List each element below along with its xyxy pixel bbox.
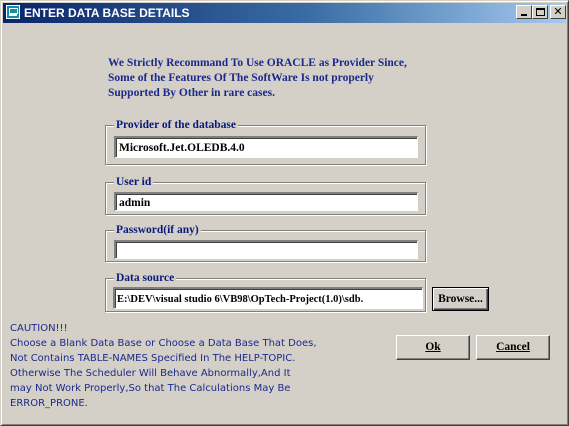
password-label: Password(if any) [114,223,201,237]
minimize-button[interactable] [516,5,532,19]
cancel-button-label: Cancel [496,341,530,353]
minimize-icon [521,14,527,16]
caution-line: Not Contains TABLE-NAMES Specified In Th… [10,353,296,364]
provider-input[interactable]: Microsoft.Jet.OLEDB.4.0 [114,136,418,158]
provider-group: Provider of the database Microsoft.Jet.O… [105,118,426,165]
caution-line: CAUTION!!! [10,323,68,334]
browse-button[interactable]: Browse... [432,287,489,311]
close-icon: ✕ [553,5,563,18]
maximize-icon [536,8,545,16]
ok-button[interactable]: Ok [396,335,470,360]
database-app-icon[interactable] [6,5,20,19]
notice-line: Supported By Other in rare cases. [108,87,275,99]
user-id-input[interactable]: admin [114,192,418,211]
caution-line: ERROR_PRONE. [10,398,88,409]
password-input[interactable] [114,240,418,259]
data-source-label: Data source [114,271,177,285]
cancel-button[interactable]: Cancel [476,335,550,360]
user-id-group: User id admin [105,175,426,215]
ok-button-label: Ok [425,341,441,353]
oracle-recommendation-notice: We Strictly Recommand To Use ORACLE as P… [108,56,468,101]
notice-line: Some of the Features Of The SoftWare Is … [108,72,374,84]
caution-line: Choose a Blank Data Base or Choose a Dat… [10,338,317,349]
dialog-window: ENTER DATA BASE DETAILS ✕ We Strictly Re… [0,0,569,426]
provider-label: Provider of the database [114,118,238,132]
title-bar[interactable]: ENTER DATA BASE DETAILS ✕ [3,3,566,23]
caution-line: Otherwise The Scheduler Will Behave Abno… [10,368,291,379]
password-group: Password(if any) [105,223,426,262]
close-button[interactable]: ✕ [550,5,566,19]
data-source-group: Data source E:\DEV\visual studio 6\VB98\… [105,271,426,312]
maximize-button[interactable] [532,5,548,19]
user-id-label: User id [114,175,154,189]
notice-line: We Strictly Recommand To Use ORACLE as P… [108,57,407,69]
window-title: ENTER DATA BASE DETAILS [24,6,190,20]
caution-line: may Not Work Properly,So that The Calcul… [10,383,291,394]
caution-message: CAUTION!!! Choose a Blank Data Base or C… [10,321,370,411]
data-source-input[interactable]: E:\DEV\visual studio 6\VB98\OpTech-Proje… [113,287,423,309]
